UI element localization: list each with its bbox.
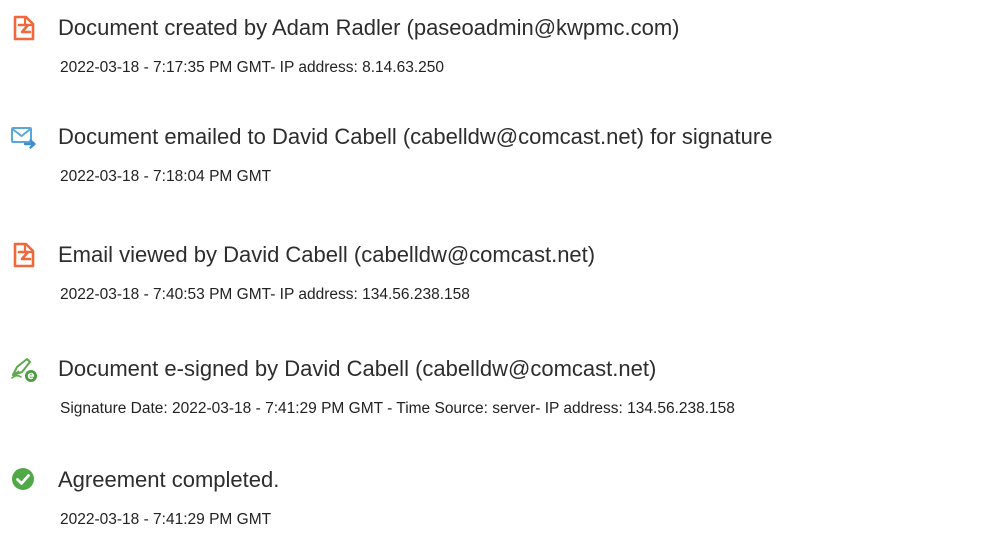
event-detail: 2022-03-18 - 7:41:29 PM GMT [60,511,272,528]
event-title: Email viewed by David Cabell (cabelldw@c… [58,242,596,267]
event-detail: 2022-03-18 - 7:17:35 PM GMT- IP address:… [60,59,444,76]
event-detail: 2022-03-18 - 7:18:04 PM GMT [60,168,272,185]
event-title: Document created by Adam Radler (paseoad… [58,15,680,40]
event-title: Document emailed to David Cabell (cabell… [58,124,773,149]
event-title: Document e-signed by David Cabell (cabel… [58,356,657,381]
checkmark-circle-icon [10,466,38,494]
event-detail: Signature Date: 2022-03-18 - 7:41:29 PM … [60,400,735,417]
document-viewed-icon [10,241,38,269]
event-detail: 2022-03-18 - 7:40:53 PM GMT- IP address:… [60,286,470,303]
event-title: Agreement completed. [58,467,280,492]
document-created-icon [10,14,38,42]
email-sent-icon [10,123,38,151]
esign-pen-icon [10,355,38,383]
